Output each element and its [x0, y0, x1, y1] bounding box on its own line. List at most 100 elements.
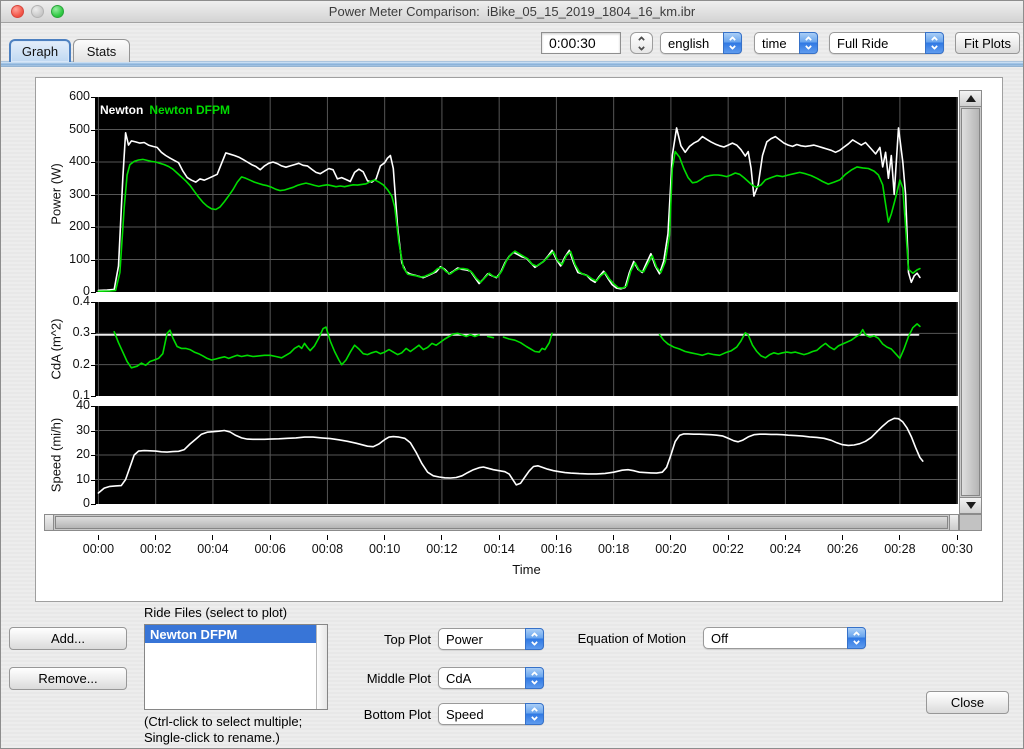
dropdown-stepper-icon [847, 627, 866, 649]
x-tick-mark [899, 535, 901, 540]
stepper-down-icon [637, 43, 646, 51]
legend-newton: Newton [100, 103, 144, 117]
x-tick-mark [727, 535, 729, 540]
dropdown-stepper-icon [799, 32, 818, 54]
plot-legend: Newton Newton DFPM [100, 103, 236, 117]
middle-plot-label: Middle Plot [366, 671, 431, 686]
x-tick-label: 00:14 [483, 542, 515, 556]
bottom-plot-dropdown[interactable]: Speed [438, 703, 544, 725]
x-tick-label: 00:18 [598, 542, 630, 556]
x-tick-label: 00:24 [769, 542, 802, 556]
y-tick-label: 0 [83, 496, 90, 510]
cda-plot-canvas [95, 302, 958, 396]
scroll-left-cap[interactable] [45, 515, 54, 530]
x-mode-dropdown-value: time [762, 35, 787, 51]
x-tick-mark [326, 535, 328, 540]
y-tick-mark [91, 97, 96, 98]
y-tick-mark [91, 194, 96, 196]
x-tick-label: 00:00 [82, 542, 115, 556]
x-tick-label: 00:10 [369, 542, 401, 556]
units-dropdown[interactable]: english [660, 32, 742, 54]
x-tick-mark [155, 535, 157, 540]
x-axis-title: Time [512, 562, 541, 577]
units-dropdown-value: english [668, 35, 710, 51]
x-tick-label: 00:02 [140, 542, 172, 556]
list-item[interactable]: Newton DFPM [145, 625, 327, 643]
x-tick-mark [269, 535, 271, 540]
y-tick-mark [91, 227, 96, 228]
y-tick-mark [91, 479, 96, 481]
x-tick-mark [956, 535, 958, 540]
up-arrow-icon [965, 95, 976, 102]
y-tick-mark [91, 430, 96, 432]
top-plot-dropdown-value: Power [446, 631, 483, 647]
tab-graph[interactable]: Graph [9, 39, 71, 62]
app-window: Power Meter Comparison: iBike_05_15_2019… [0, 0, 1024, 749]
speed-plot-canvas [95, 406, 958, 504]
y-tick-label: 0.2 [72, 356, 90, 371]
time-stepper[interactable] [630, 32, 653, 54]
y-tick-label: 500 [69, 121, 90, 136]
y-tick-mark [91, 455, 96, 456]
title-bar[interactable]: Power Meter Comparison: iBike_05_15_2019… [1, 1, 1023, 23]
dropdown-stepper-icon [525, 667, 544, 689]
y-tick-mark [91, 129, 96, 131]
speed-plot[interactable] [95, 406, 958, 504]
y-tick-label: 0.3 [72, 325, 90, 340]
x-tick-label: 00:22 [712, 542, 744, 556]
window-title: Power Meter Comparison: iBike_05_15_2019… [328, 4, 696, 19]
y-tick-label: 0.4 [72, 294, 90, 308]
x-tick-label: 00:20 [655, 542, 687, 556]
dropdown-stepper-icon [723, 32, 742, 54]
ride-files-label: Ride Files (select to plot) [144, 605, 288, 620]
y-tick-label: 400 [69, 154, 90, 168]
power-plot[interactable] [95, 97, 958, 292]
top-plot-dropdown[interactable]: Power [438, 628, 544, 650]
y-tick-label: 10 [76, 471, 90, 486]
x-tick-mark [842, 535, 844, 540]
plot-vertical-scrollbar[interactable] [959, 90, 982, 514]
x-tick-label: 00:04 [197, 542, 229, 556]
dropdown-stepper-icon [925, 32, 944, 54]
tab-pane-edge [1, 61, 1023, 67]
bottom-plot-dropdown-value: Speed [446, 706, 484, 722]
y-tick-mark [91, 364, 96, 366]
x-tick-mark [784, 535, 786, 540]
middle-plot-dropdown-value: CdA [446, 670, 472, 686]
x-tick-mark [97, 535, 99, 540]
equation-of-motion-dropdown[interactable]: Off [703, 627, 866, 649]
y-tick-mark [91, 162, 96, 163]
middle-plot-dropdown[interactable]: CdA [438, 667, 544, 689]
x-mode-dropdown[interactable]: time [754, 32, 818, 54]
y-tick-mark [91, 302, 96, 303]
scrollbar-corner [959, 514, 982, 531]
cda-plot[interactable] [95, 302, 958, 396]
top-plot-label: Top Plot [384, 632, 431, 647]
fit-plots-button[interactable]: Fit Plots [955, 32, 1020, 54]
horizontal-scrollbar-thumb[interactable] [55, 516, 948, 529]
plot-horizontal-scrollbar[interactable] [44, 514, 959, 531]
dropdown-stepper-icon [525, 703, 544, 725]
vertical-scrollbar-thumb[interactable] [961, 108, 980, 496]
x-tick-label: 00:06 [254, 542, 286, 556]
y-tick-mark [91, 292, 96, 293]
y-tick-label: 600 [69, 89, 90, 103]
stepper-up-icon [637, 35, 646, 43]
x-tick-mark [441, 535, 443, 540]
y-tick-label: 40 [76, 398, 90, 412]
scroll-right-cap[interactable] [949, 515, 958, 530]
ride-files-listbox[interactable]: Newton DFPM [144, 624, 328, 710]
x-tick-mark [555, 535, 557, 540]
window-length-input[interactable]: 0:00:30 [541, 32, 621, 54]
close-button[interactable]: Close [926, 691, 1009, 714]
remove-button[interactable]: Remove... [9, 667, 127, 690]
tab-stats[interactable]: Stats [73, 39, 130, 62]
x-tick-label: 00:28 [884, 542, 916, 556]
range-dropdown[interactable]: Full Ride [829, 32, 944, 54]
scroll-down-button[interactable] [960, 497, 981, 513]
y-tick-mark [91, 504, 96, 505]
plot-panel: Newton Newton DFPM Power (W) CdA (m^2) Sp… [35, 77, 1003, 602]
scroll-up-button[interactable] [960, 91, 981, 107]
legend-newton-dfpm: Newton DFPM [149, 103, 231, 117]
add-button[interactable]: Add... [9, 627, 127, 650]
